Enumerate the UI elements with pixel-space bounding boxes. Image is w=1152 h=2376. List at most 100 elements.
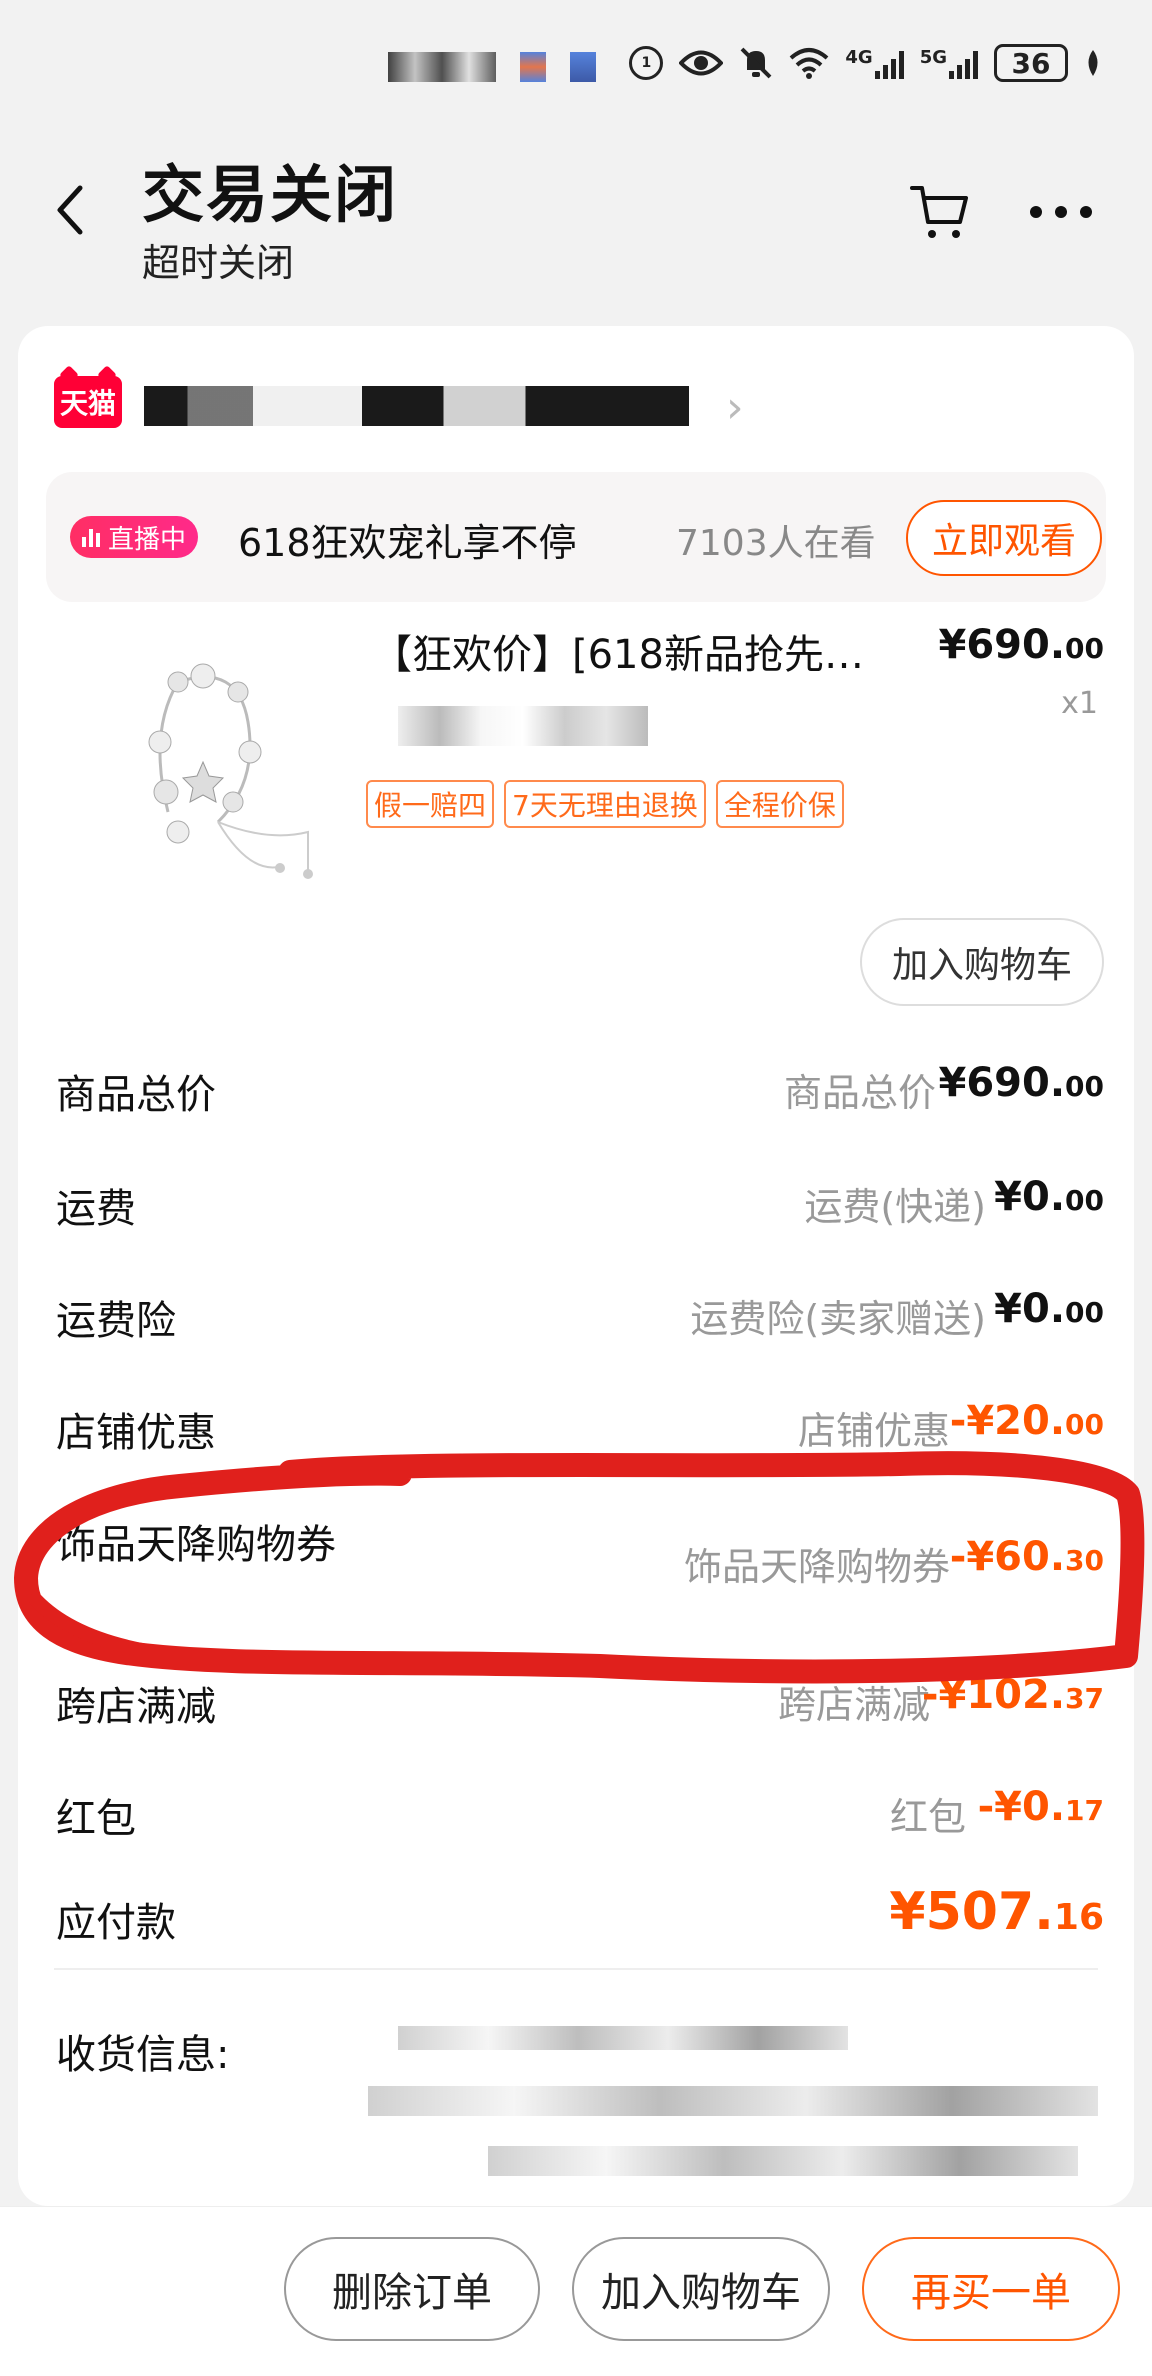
- fee-value-main: -¥60.: [949, 1534, 1066, 1580]
- total-value-main: ¥507.: [889, 1882, 1054, 1942]
- fee-value-cents: 37: [1065, 1682, 1104, 1715]
- product-sku-redacted: [398, 706, 648, 746]
- fee-value: -¥0.17: [978, 1784, 1104, 1830]
- signal-5g-icon: [949, 47, 978, 79]
- status-bar: 1 4G 5G 36: [0, 0, 1152, 120]
- live-viewers: 7103人在看: [676, 523, 876, 564]
- signal-4g-icon: [874, 47, 904, 79]
- fee-sublabel: 饰品天降购物券: [683, 1545, 950, 1589]
- fee-value-cents: 00: [1065, 1070, 1104, 1103]
- mute-bell-icon: [740, 47, 772, 79]
- wifi-icon: [790, 48, 829, 79]
- total-value: ¥507.16: [889, 1882, 1104, 1942]
- fee-label: 饰品天降购物券: [56, 1522, 336, 1568]
- delete-order-button[interactable]: 删除订单: [284, 2237, 540, 2341]
- product-image-bracelet[interactable]: [108, 642, 348, 892]
- fee-value-cents: 00: [1065, 1296, 1104, 1329]
- fee-value-main: -¥102.: [921, 1672, 1066, 1718]
- fee-row-red-packet: 红包 红包 -¥0.17: [56, 1782, 1116, 1842]
- status-blur-app-icon-1: [520, 52, 546, 82]
- fee-row-shipping-insurance: 运费险 运费险(卖家赠送) ¥0.00: [56, 1284, 1116, 1344]
- status-blur-notifications: [388, 52, 496, 82]
- fee-row-jewelry-coupon: 饰品天降购物券 饰品天降购物券 -¥60.30: [56, 1522, 1116, 1592]
- total-payable-row: 应付款 ¥507.16: [56, 1882, 1116, 1952]
- fee-row-cross-store-discount: 跨店满减 跨店满减 -¥102.37: [56, 1670, 1116, 1730]
- fee-label: 红包: [56, 1796, 136, 1842]
- fee-value-cents: 00: [1065, 1408, 1104, 1441]
- eye-icon: [679, 50, 724, 76]
- chevron-right-icon: ›: [726, 382, 744, 433]
- tag-price-protection: 全程价保: [715, 780, 844, 828]
- divider: [54, 1968, 1098, 1970]
- network-5g-label: 5G: [919, 47, 947, 68]
- fee-sublabel: 运费(快递): [804, 1185, 986, 1229]
- battery-icon: 36: [994, 44, 1068, 82]
- fee-value-cents: 17: [1065, 1794, 1104, 1827]
- more-options-icon[interactable]: [1030, 206, 1092, 222]
- header: 交易关闭 超时关闭: [0, 120, 1152, 320]
- address-redacted-line-3: [488, 2146, 1078, 2176]
- product-quantity: x1: [1061, 686, 1098, 721]
- address-label: 收货信息:: [56, 2032, 230, 2078]
- fee-row-store-discount: 店铺优惠 店铺优惠 -¥20.00: [56, 1396, 1116, 1456]
- product-price-main: ¥690.: [938, 622, 1066, 668]
- hd-call-icon: 1: [629, 46, 664, 80]
- product-price-cents: 00: [1065, 632, 1104, 665]
- fee-row-goods-total: 商品总价 商品总价 ¥690.00: [56, 1058, 1116, 1118]
- fee-sublabel: 商品总价: [783, 1071, 936, 1115]
- fee-value: ¥690.00: [939, 1060, 1105, 1106]
- live-badge: 直播中: [70, 516, 199, 558]
- fee-label: 店铺优惠: [56, 1410, 216, 1456]
- address-redacted-line-1: [398, 2026, 848, 2050]
- fee-sublabel: 跨店满减: [777, 1683, 930, 1727]
- fee-value-cents: 00: [1065, 1184, 1104, 1217]
- status-icons: 1 4G 5G 36: [629, 44, 1102, 82]
- order-card: 天猫 › 直播中 618狂欢宠礼享不停 7103人在看 立即观看 【狂欢价】[6…: [18, 326, 1134, 2206]
- cart-icon[interactable]: [908, 180, 972, 244]
- network-4g-label: 4G: [845, 47, 873, 68]
- fee-sublabel: 红包: [889, 1795, 966, 1839]
- fee-value: -¥20.00: [950, 1398, 1104, 1444]
- signal-4g: 4G: [845, 47, 904, 79]
- store-name-redacted: [144, 386, 689, 426]
- tag-seven-day-return: 7天无理由退换: [504, 780, 706, 828]
- service-tags: 假一赔四 7天无理由退换 全程价保: [366, 780, 844, 828]
- status-blur-app-icon-2: [570, 52, 596, 82]
- back-arrow-icon[interactable]: [50, 180, 90, 240]
- address-redacted-line-2: [368, 2086, 1098, 2116]
- fee-value-main: ¥0.: [994, 1286, 1066, 1332]
- fee-value: -¥102.37: [922, 1672, 1104, 1718]
- fee-value-main: -¥20.: [949, 1398, 1066, 1444]
- store-row[interactable]: 天猫 ›: [54, 376, 1094, 433]
- product-price: ¥690.00: [939, 622, 1105, 668]
- watch-now-button[interactable]: 立即观看: [906, 500, 1102, 576]
- total-label: 应付款: [56, 1900, 176, 1946]
- product-title[interactable]: 【狂欢价】[618新品抢先…: [372, 622, 922, 680]
- add-to-cart-button[interactable]: 加入购物车: [860, 918, 1104, 1006]
- fee-value-main: -¥0.: [977, 1784, 1066, 1830]
- bottom-action-bar: 删除订单 加入购物车 再买一单: [0, 2206, 1152, 2376]
- fee-sublabel: 运费险(卖家赠送): [690, 1297, 986, 1341]
- fee-label: 跨店满减: [56, 1684, 216, 1730]
- fee-value: ¥0.00: [994, 1174, 1104, 1220]
- fee-label: 运费险: [56, 1298, 176, 1344]
- page-title: 交易关闭: [142, 158, 399, 231]
- signal-5g: 5G: [920, 47, 978, 79]
- add-to-cart-bottom-button[interactable]: 加入购物车: [572, 2237, 830, 2341]
- tmall-logo: 天猫: [54, 376, 122, 428]
- live-badge-label: 直播中: [108, 524, 187, 555]
- tag-fake-compensation: 假一赔四: [366, 780, 495, 828]
- fee-value-cents: 30: [1065, 1544, 1104, 1577]
- live-bars-icon: [82, 527, 100, 547]
- fee-sublabel: 店铺优惠: [797, 1409, 950, 1453]
- live-title: 618狂欢宠礼享不停: [238, 521, 577, 565]
- fee-row-shipping: 运费 运费(快递) ¥0.00: [56, 1172, 1116, 1232]
- page-subtitle: 超时关闭: [142, 241, 295, 285]
- fee-label: 运费: [56, 1186, 136, 1232]
- rebuy-button[interactable]: 再买一单: [862, 2237, 1120, 2341]
- total-value-cents: 16: [1053, 1897, 1104, 1938]
- tmall-logo-text: 天猫: [59, 387, 116, 420]
- fee-value-main: ¥0.: [994, 1174, 1066, 1220]
- live-banner[interactable]: 直播中 618狂欢宠礼享不停 7103人在看 立即观看: [46, 472, 1106, 602]
- fee-value: -¥60.30: [950, 1534, 1104, 1580]
